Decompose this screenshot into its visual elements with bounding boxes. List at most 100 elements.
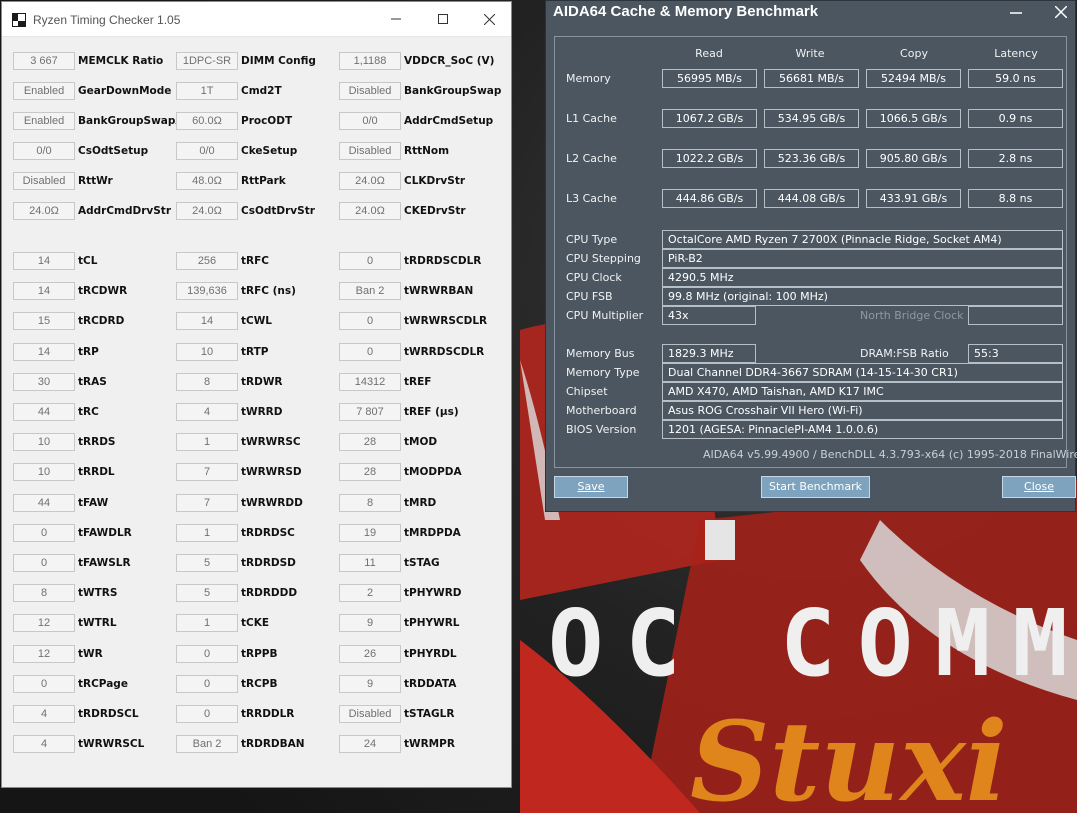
- value-label: tWRWRSCL: [78, 738, 145, 751]
- value-label: tWRRDSCDLR: [404, 345, 485, 358]
- value-box: 12: [13, 614, 75, 633]
- l1-read: 1067.2 GB/s: [662, 109, 757, 128]
- value-box: 139,636: [176, 282, 238, 301]
- value-label: tPHYRDL: [404, 647, 457, 660]
- cpu-multiplier-value: 43x: [662, 306, 756, 325]
- header-latency: Latency: [994, 47, 1038, 60]
- value-box: 10: [176, 342, 238, 361]
- value-box: 24.0Ω: [339, 202, 401, 220]
- dram-fsb-ratio-label: DRAM:FSB Ratio: [860, 347, 949, 360]
- value-label: tWTRS: [78, 587, 118, 600]
- value-label: tSTAGLR: [404, 708, 455, 720]
- value-box: 24.0Ω: [176, 202, 238, 220]
- value-label: tRP: [78, 345, 99, 358]
- chipset-value: AMD X470, AMD Taishan, AMD K17 IMC: [662, 382, 1063, 401]
- value-box: 0: [13, 674, 75, 693]
- value-box: 2: [339, 584, 401, 603]
- value-box: 44: [13, 493, 75, 512]
- value-box: 4: [13, 735, 75, 754]
- l1-latency: 0.9 ns: [968, 109, 1063, 128]
- value-label: tMOD: [404, 436, 438, 449]
- value-box: 28: [339, 433, 401, 452]
- value-label: tREF: [404, 375, 432, 388]
- minimize-button[interactable]: [373, 2, 419, 36]
- value-box: Disabled: [339, 82, 401, 100]
- value-label: tWRWRDD: [241, 496, 303, 509]
- value-label: tRDRDSCL: [78, 708, 139, 720]
- value-label: RttNom: [404, 145, 450, 157]
- l3-latency: 8.8 ns: [968, 189, 1063, 208]
- value-label: tRDDATA: [404, 677, 457, 690]
- save-button[interactable]: Save: [554, 476, 628, 498]
- l1-write: 534.95 GB/s: [764, 109, 859, 128]
- window-title: Ryzen Timing Checker 1.05: [33, 13, 181, 27]
- value-box: Enabled: [13, 82, 75, 100]
- l2-copy: 905.80 GB/s: [866, 149, 961, 168]
- start-benchmark-button[interactable]: Start Benchmark: [761, 476, 870, 498]
- version-footer: AIDA64 v5.99.4900 / BenchDLL 4.3.793-x64…: [703, 448, 1077, 461]
- value-label: tWRRD: [241, 406, 283, 418]
- value-box: 14: [13, 342, 75, 361]
- value-box: 3 667: [13, 52, 75, 70]
- aida-close-button[interactable]: [1043, 1, 1077, 23]
- value-label: BankGroupSwap: [404, 85, 502, 97]
- value-label: tWTRL: [78, 617, 117, 630]
- value-label: tRDRDBAN: [241, 738, 305, 751]
- rtc-titlebar[interactable]: Ryzen Timing Checker 1.05: [2, 2, 511, 37]
- start-benchmark-label: Start Benchmark: [768, 480, 863, 493]
- save-button-label: Save: [577, 480, 605, 493]
- value-box: 0/0: [13, 142, 75, 160]
- row-label-l3: L3 Cache: [566, 192, 617, 205]
- bios-version-label: BIOS Version: [566, 423, 637, 436]
- value-label: AddrCmdDrvStr: [78, 205, 171, 217]
- value-label: tCWL: [241, 315, 272, 328]
- header-read: Read: [695, 47, 723, 60]
- value-label: tRDWR: [241, 375, 283, 388]
- header-copy: Copy: [900, 47, 928, 60]
- value-label: tSTAG: [404, 557, 440, 569]
- north-bridge-value: [968, 306, 1063, 325]
- aida-minimize-button[interactable]: [998, 1, 1034, 23]
- value-label: tRCPB: [241, 677, 278, 690]
- wallpaper-text: OC COMMU: [548, 590, 1077, 697]
- value-box: 0: [339, 252, 401, 270]
- chipset-label: Chipset: [566, 385, 608, 398]
- value-box: 0/0: [176, 142, 238, 160]
- app-icon: [12, 13, 26, 27]
- memory-latency: 59.0 ns: [968, 69, 1063, 88]
- cpu-clock-label: CPU Clock: [566, 271, 622, 284]
- value-box: Ban 2: [339, 282, 401, 301]
- aida-results-panel: Read Write Copy Latency Memory 56995 MB/…: [554, 36, 1077, 468]
- motherboard-label: Motherboard: [566, 404, 637, 417]
- memory-type-label: Memory Type: [566, 366, 640, 379]
- value-label: tRCPage: [78, 677, 128, 690]
- l3-write: 444.08 GB/s: [764, 189, 859, 208]
- row-label-memory: Memory: [566, 72, 611, 85]
- memory-type-value: Dual Channel DDR4-3667 SDRAM (14-15-14-3…: [662, 363, 1063, 382]
- maximize-button[interactable]: [420, 2, 466, 36]
- value-label: tFAWSLR: [78, 557, 131, 569]
- memory-read: 56995 MB/s: [662, 69, 757, 88]
- aida-titlebar[interactable]: AIDA64 Cache & Memory Benchmark: [546, 1, 1075, 27]
- close-button[interactable]: [466, 2, 512, 36]
- value-box: 14312: [339, 372, 401, 391]
- value-label: tPHYWRD: [404, 587, 462, 600]
- value-box: 44: [13, 403, 75, 421]
- memory-copy: 52494 MB/s: [866, 69, 961, 88]
- value-label: ProcODT: [241, 115, 293, 127]
- value-box: 7: [176, 463, 238, 482]
- memory-write: 56681 MB/s: [764, 69, 859, 88]
- value-label: CsOdtSetup: [78, 145, 149, 157]
- close-button-label: Close: [1024, 480, 1054, 493]
- value-label: tRCDWR: [78, 285, 128, 298]
- value-box: 0: [13, 554, 75, 572]
- aida-close-dialog-button[interactable]: Close: [1002, 476, 1076, 498]
- value-box: 256: [176, 252, 238, 270]
- value-label: RttPark: [241, 175, 286, 187]
- value-box: 0: [339, 312, 401, 331]
- cpu-fsb-label: CPU FSB: [566, 290, 613, 303]
- value-label: tWR: [78, 647, 103, 660]
- l2-write: 523.36 GB/s: [764, 149, 859, 168]
- aida64-benchmark-window: AIDA64 Cache & Memory Benchmark Read Wri…: [545, 0, 1077, 512]
- minimize-icon: [391, 18, 401, 20]
